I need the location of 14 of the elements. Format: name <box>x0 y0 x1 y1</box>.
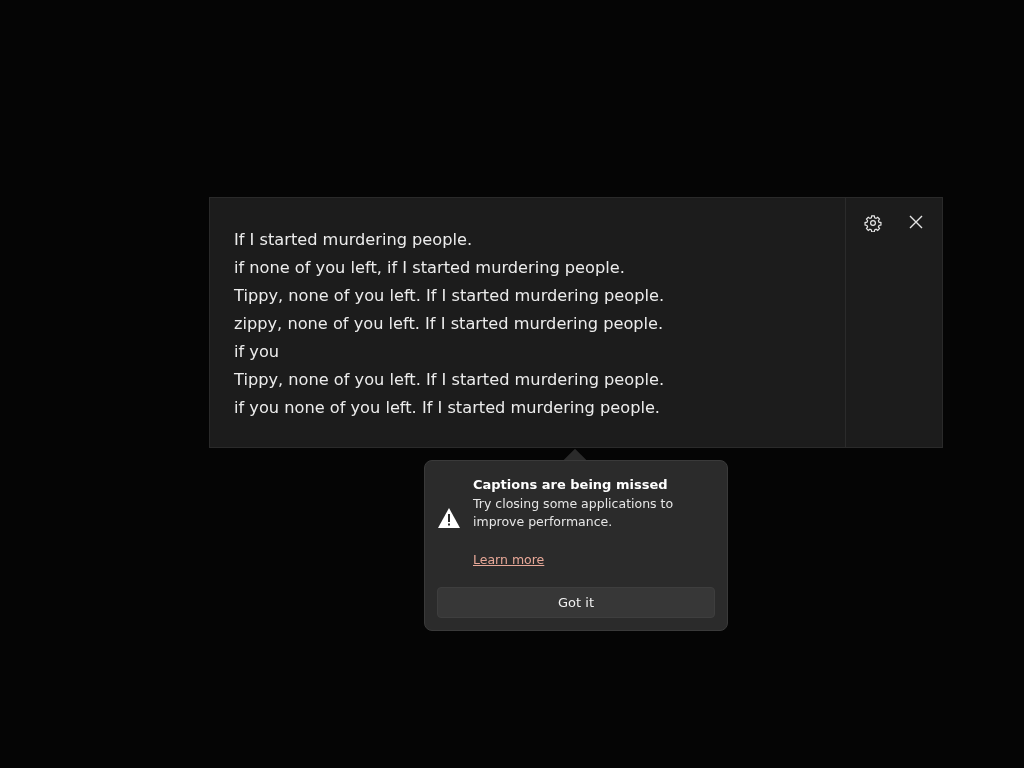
settings-icon <box>864 214 882 232</box>
caption-line: if none of you left, if I started murdering people. <box>234 257 625 279</box>
caption-line: if you none of you left. If I started murdering people. <box>234 397 660 419</box>
got-it-button[interactable]: Got it <box>437 586 715 618</box>
notification-message: Try closing some applications to improve performance. <box>473 494 675 531</box>
caption-line: zippy, none of you left. If I started murdering people. <box>234 313 664 335</box>
caption-line: if you <box>234 341 280 363</box>
close-icon <box>908 214 924 230</box>
warning-icon <box>437 507 461 529</box>
notification-title: Captions are being missed <box>473 476 669 494</box>
learn-more-link[interactable]: Learn more <box>473 551 545 567</box>
caption-line: Tippy, none of you left. If I started murdering people. <box>234 369 665 391</box>
caption-line: Tippy, none of you left. If I started murdering people. <box>234 285 665 307</box>
caption-line: If I started murdering people. <box>234 229 473 251</box>
